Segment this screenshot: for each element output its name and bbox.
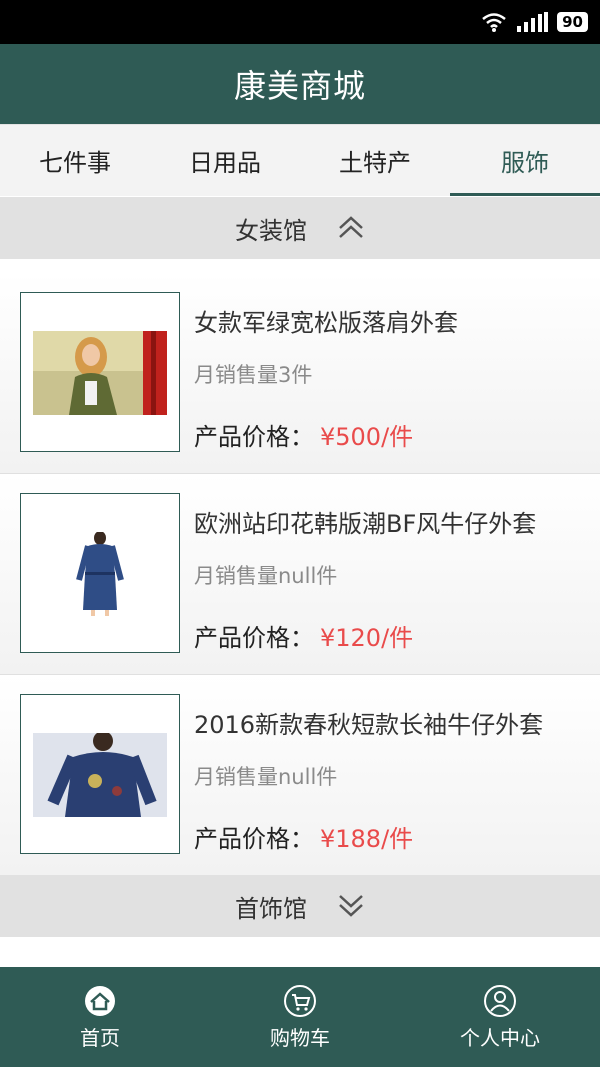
product-thumbnail bbox=[20, 694, 180, 854]
user-icon bbox=[484, 984, 516, 1017]
product-price-row: 产品价格： ¥500/件 bbox=[194, 417, 413, 452]
tab-tutechan[interactable]: 土特产 bbox=[300, 125, 450, 196]
product-price: ¥120/件 bbox=[320, 624, 414, 652]
nav-cart[interactable]: 购物车 bbox=[200, 967, 400, 1067]
chevron-down-icon bbox=[339, 895, 363, 917]
product-price-row: 产品价格： ¥188/件 bbox=[194, 819, 413, 854]
wifi-icon bbox=[482, 13, 506, 32]
product-image bbox=[33, 331, 167, 415]
chevron-up-icon bbox=[339, 216, 363, 238]
product-price: ¥188/件 bbox=[320, 825, 414, 853]
product-name: 2016新款春秋短款长袖牛仔外套 bbox=[194, 711, 544, 739]
home-icon bbox=[85, 985, 115, 1016]
product-price-row: 产品价格： ¥120/件 bbox=[194, 618, 413, 653]
product-thumbnail bbox=[20, 493, 180, 653]
product-sales: 月销售量null件 bbox=[194, 765, 338, 789]
app-header: 康美商城 bbox=[0, 44, 600, 124]
tab-riyongpin[interactable]: 日用品 bbox=[150, 125, 300, 196]
battery-icon: 90 bbox=[557, 12, 588, 32]
section-label: 首饰馆 bbox=[235, 894, 307, 923]
product-name: 女款军绿宽松版落肩外套 bbox=[194, 309, 458, 337]
bottom-nav: 首页 购物车 个人中心 bbox=[0, 967, 600, 1067]
nav-label: 个人中心 bbox=[460, 1025, 540, 1050]
product-sales: 月销售量3件 bbox=[194, 363, 313, 387]
tab-qijianshi[interactable]: 七件事 bbox=[0, 125, 150, 196]
product-price: ¥500/件 bbox=[320, 423, 414, 451]
nav-home[interactable]: 首页 bbox=[0, 967, 200, 1067]
nav-label: 首页 bbox=[80, 1025, 120, 1050]
product-item[interactable]: 欧洲站印花韩版潮BF风牛仔外套 月销售量null件 产品价格： ¥120/件 bbox=[0, 474, 600, 675]
product-item[interactable]: 女款军绿宽松版落肩外套 月销售量3件 产品价格： ¥500/件 bbox=[0, 273, 600, 474]
status-bar: 90 bbox=[0, 0, 600, 44]
section-header-jewelry[interactable]: 首饰馆 bbox=[0, 875, 600, 937]
section-label: 女装馆 bbox=[235, 216, 307, 245]
cart-icon bbox=[284, 984, 316, 1017]
signal-icon bbox=[517, 12, 549, 32]
price-label: 产品价格： bbox=[194, 825, 314, 853]
page-title: 康美商城 bbox=[233, 67, 366, 105]
nav-label: 购物车 bbox=[270, 1025, 330, 1050]
price-label: 产品价格： bbox=[194, 624, 314, 652]
product-image bbox=[33, 532, 167, 616]
section-header-womens[interactable]: 女装馆 bbox=[0, 197, 600, 259]
product-item[interactable]: 2016新款春秋短款长袖牛仔外套 月销售量null件 产品价格： ¥188/件 bbox=[0, 675, 600, 876]
product-sales: 月销售量null件 bbox=[194, 564, 338, 588]
product-name: 欧洲站印花韩版潮BF风牛仔外套 bbox=[194, 510, 537, 538]
product-thumbnail bbox=[20, 292, 180, 452]
product-image bbox=[33, 733, 167, 817]
tab-fushi[interactable]: 服饰 bbox=[450, 125, 600, 196]
category-tabs: 七件事 日用品 土特产 服饰 bbox=[0, 124, 600, 196]
nav-profile[interactable]: 个人中心 bbox=[400, 967, 600, 1067]
price-label: 产品价格： bbox=[194, 423, 314, 451]
